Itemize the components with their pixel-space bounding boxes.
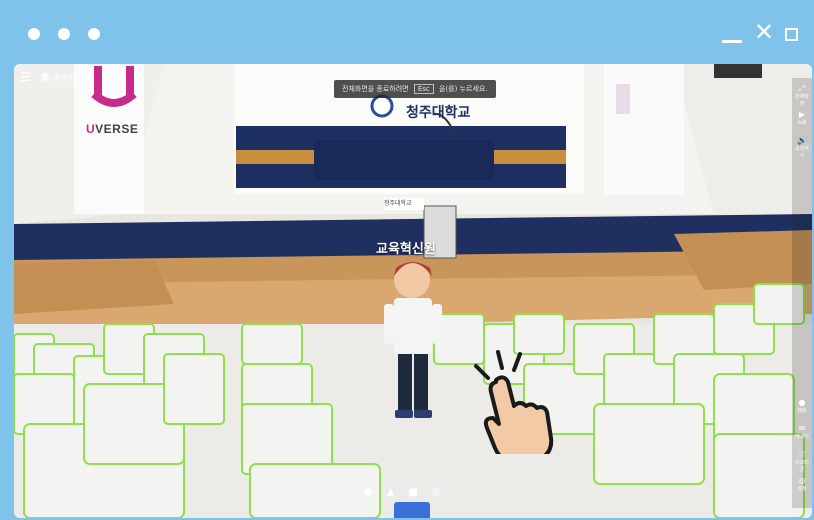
- message-icon: ✉: [798, 424, 806, 433]
- notice-prefix: 전체화면을 종료하려면: [342, 85, 409, 93]
- emoticon-button[interactable]: ♡ 이모티콘: [794, 450, 810, 473]
- brand-u: U: [86, 122, 96, 136]
- bottom-action-3[interactable]: ■: [408, 487, 417, 498]
- banner-university-name: 청주대학교: [406, 105, 471, 121]
- sound-label: 소리켜기: [795, 146, 809, 159]
- bottom-action-bar: ● ▲ ■ ⊞: [364, 487, 440, 498]
- chat-label: 채팅: [797, 408, 807, 414]
- bottom-action-2[interactable]: ▲: [387, 487, 395, 498]
- emoticon-label: 이모티콘: [795, 460, 809, 473]
- location-label: 충주캠퍼스: [52, 73, 95, 84]
- tap-hand-icon: [474, 350, 554, 454]
- right-toolbar: ⤢ 전체화면 ▶ 녹화 🔊 소리켜기 ● 채팅 ✉ 메세지 ♡ 이모티콘 ◎ 설…: [792, 78, 812, 508]
- menu-icon[interactable]: ☰: [20, 70, 31, 84]
- chat-icon: ●: [798, 398, 806, 407]
- podium-label: 청주대학교: [384, 200, 412, 207]
- title-bar: ✕: [0, 0, 814, 64]
- window-dot-1: [28, 28, 40, 40]
- brand-rest: VERSE: [95, 122, 139, 136]
- fullscreen-icon: ⤢: [798, 84, 806, 93]
- window-dot-2: [58, 28, 70, 40]
- uverse-brand: UVERSE: [86, 122, 138, 136]
- maximize-icon[interactable]: [785, 28, 798, 41]
- message-label: 메세지: [795, 434, 809, 440]
- video-icon: ▶: [798, 110, 806, 119]
- settings-button[interactable]: ◎ 설정: [794, 476, 810, 492]
- minimize-icon[interactable]: [722, 40, 742, 43]
- settings-label: 설정: [797, 486, 807, 492]
- app-window: ✕ ☰ 충주캠퍼스 전체화면을 종료하려면 Esc 을(를) 누르세요. UVE…: [0, 0, 814, 520]
- chat-button[interactable]: ● 채팅: [794, 398, 810, 414]
- emoticon-icon: ♡: [798, 450, 806, 459]
- fullscreen-button[interactable]: ⤢ 전체화면: [794, 84, 810, 107]
- record-label: 녹화: [797, 120, 807, 126]
- fullscreen-label: 전체화면: [795, 94, 809, 107]
- sound-button[interactable]: 🔊 소리켜기: [794, 136, 810, 159]
- window-dot-3: [88, 28, 100, 40]
- location-indicator[interactable]: 충주캠퍼스: [40, 71, 95, 84]
- notice-suffix: 을(를) 누르세요.: [439, 85, 488, 93]
- fullscreen-notice: 전체화면을 종료하려면 Esc 을(를) 누르세요.: [334, 80, 496, 98]
- location-pin-icon: [40, 73, 49, 81]
- avatar-nameplate: 교육혁신원: [376, 242, 436, 257]
- speaker-icon: 🔊: [797, 136, 807, 145]
- bottom-action-4[interactable]: ⊞: [432, 487, 440, 498]
- close-icon[interactable]: ✕: [754, 20, 774, 44]
- hud-top-left: ☰ 충주캠퍼스: [20, 70, 94, 84]
- settings-icon: ◎: [798, 476, 806, 485]
- message-button[interactable]: ✉ 메세지: [794, 424, 810, 440]
- esc-key: Esc: [413, 84, 434, 94]
- bottom-action-1[interactable]: ●: [364, 487, 373, 498]
- bottom-blue-tab[interactable]: [394, 502, 430, 518]
- metaverse-viewport[interactable]: ☰ 충주캠퍼스 전체화면을 종료하려면 Esc 을(를) 누르세요. UVERS…: [14, 64, 812, 518]
- record-button[interactable]: ▶ 녹화: [794, 110, 810, 126]
